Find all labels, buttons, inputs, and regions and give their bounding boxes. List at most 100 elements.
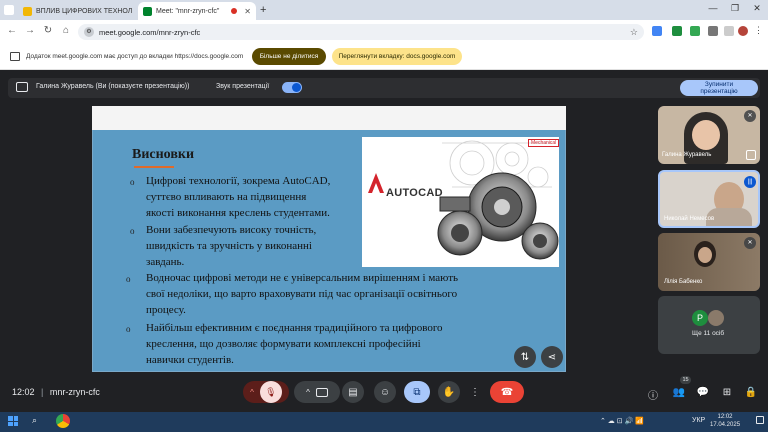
bullet-line: Цифрові технології, зокрема AutoCAD, [146, 175, 331, 187]
translate-icon[interactable] [652, 26, 662, 36]
stop-presenting-line1: Зупинити [704, 81, 734, 88]
mic-off-icon: ✕ [744, 110, 756, 122]
system-date: 17.04.2025 [710, 422, 741, 428]
mic-off-icon: ✕ [744, 237, 756, 249]
participant-avatar [708, 310, 724, 326]
keyboard-language[interactable]: УКР [692, 417, 705, 424]
tab-docs[interactable]: ВПЛИВ ЦИФРОВИХ ТЕХНОЛ ✕ [18, 2, 136, 20]
mic-options-chevron-icon[interactable]: ^ [250, 388, 254, 397]
tray-icons: ⌃ ☁ ⊡ 🔊 📶 [600, 418, 644, 425]
tab-meet-title: Meet: "mnr-zryn-cfc" [156, 7, 220, 15]
host-controls-icon[interactable]: 🔒 [744, 387, 758, 398]
people-count-badge: 15 [680, 376, 691, 384]
windows-start-icon[interactable] [8, 416, 18, 426]
emoji-reaction-button[interactable]: ☺ [374, 381, 396, 403]
reload-icon[interactable]: ↻ [42, 25, 54, 36]
docs-favicon-icon [23, 6, 32, 16]
bullet-line: суттєво впливають на підвищення [146, 191, 307, 203]
slide-bullet-2: Вони забезпечують високу точність, швидк… [146, 222, 316, 270]
share-icon[interactable]: ⋖ [541, 346, 563, 368]
search-icon[interactable]: ⌕ [32, 415, 37, 426]
participant-tile[interactable]: ||| Николай Немесов [658, 170, 760, 228]
extension-icon[interactable] [690, 26, 700, 36]
meet-favicon-icon [143, 6, 152, 16]
more-participants-label: Ще 11 осіб [692, 330, 725, 337]
mic-off-button[interactable]: 🎙 [259, 381, 282, 403]
chrome-taskbar-icon[interactable] [56, 414, 70, 428]
captions-button[interactable]: ▤ [342, 381, 364, 403]
system-clock[interactable]: 12:02 17.04.2025 [710, 413, 740, 429]
bullet-line: процесу. [146, 304, 186, 316]
bullet-line: Найбільш ефективним є поєднання традицій… [146, 322, 443, 334]
forward-icon[interactable]: → [24, 25, 36, 36]
tab-list-icon[interactable] [4, 5, 14, 15]
participant-tile[interactable]: ✕ Лілія Бабенко [658, 233, 760, 291]
speaking-indicator-icon: ||| [744, 176, 756, 188]
raise-hand-button[interactable]: ✋ [438, 381, 460, 403]
bullet-line: швидкість та зручність у виконанні [146, 240, 312, 252]
bullet-marker: o [130, 177, 135, 187]
people-icon[interactable]: 👥 [672, 387, 686, 398]
new-tab-button[interactable]: + [260, 4, 266, 16]
title-underline [134, 166, 174, 168]
mechanical-tag: Mechanical [528, 139, 560, 147]
stop-sharing-button[interactable]: Більше не ділитися [252, 48, 326, 65]
url-text: meet.google.com/mnr-zryn-cfc [99, 27, 201, 37]
meeting-details-icon[interactable]: ⓘ [646, 387, 660, 402]
minimize-icon[interactable]: — [706, 3, 720, 13]
address-bar[interactable]: ⚙ meet.google.com/mnr-zryn-cfc ☆ [78, 24, 644, 40]
participant-video [698, 247, 712, 263]
sidebar-icon[interactable] [724, 26, 734, 36]
bullet-line: Водночас цифрові методи не є універсальн… [146, 272, 459, 284]
activities-icon[interactable]: ⊞ [720, 387, 734, 398]
bullet-line: креслення, що дозволяє формувати комплек… [146, 338, 421, 350]
bookmark-star-icon[interactable]: ☆ [630, 27, 638, 38]
tab-meet[interactable]: Meet: "mnr-zryn-cfc" ✕ [138, 2, 256, 20]
maximize-icon[interactable]: ❐ [728, 3, 742, 14]
recording-dot-icon [231, 8, 238, 14]
present-screen-button[interactable]: ⧉ [404, 381, 430, 403]
bullet-marker: o [126, 324, 131, 334]
extension-icon[interactable] [672, 26, 682, 36]
meeting-info-divider: | [41, 387, 44, 397]
more-options-button[interactable]: ⋮ [468, 381, 482, 403]
participant-video [692, 120, 720, 150]
profile-avatar[interactable] [738, 26, 748, 36]
system-time: 12:02 [717, 414, 733, 420]
stop-presenting-line2: презентацію [700, 88, 738, 95]
bullet-line: свої недоліки, що варто враховувати під … [146, 288, 458, 300]
home-icon[interactable]: ⌂ [60, 25, 72, 36]
notifications-icon[interactable] [756, 416, 764, 424]
presenting-icon [746, 150, 756, 160]
more-participants-tile[interactable]: P Ще 11 осіб [658, 296, 760, 354]
camera-button[interactable] [315, 387, 328, 397]
end-call-button[interactable]: ☎ [490, 381, 524, 403]
extensions-puzzle-icon[interactable] [708, 26, 718, 36]
stop-presenting-button[interactable]: Зупинити презентацію [680, 80, 758, 96]
present-screen-icon [16, 82, 28, 92]
bullet-line: завдань. [146, 256, 185, 268]
infobar-text: Додаток meet.google.com має доступ до вк… [26, 53, 244, 60]
participant-tile[interactable]: ✕ Галина Журавель [658, 106, 760, 164]
close-icon[interactable]: ✕ [244, 7, 251, 16]
mic-control-group: ^ 🎙 [243, 381, 289, 403]
participant-avatar: P [692, 310, 708, 326]
slide-bullet-4: Найбільш ефективним є поєднання традицій… [146, 320, 443, 368]
site-info-icon[interactable]: ⚙ [84, 27, 94, 37]
chat-icon[interactable]: 💬 [696, 387, 710, 398]
sound-toggle-knob [292, 83, 301, 92]
back-icon[interactable]: ← [6, 25, 18, 36]
bullet-marker: o [130, 226, 135, 236]
menu-kebab-icon[interactable]: ⋮ [754, 25, 763, 36]
presenter-label: Галина Журавель (Ви (показуєте презентац… [36, 83, 190, 90]
tab-share-icon [10, 52, 20, 61]
camera-options-chevron-icon[interactable]: ^ [306, 388, 310, 397]
window-close-icon[interactable]: ✕ [750, 3, 764, 14]
autocad-image: AUTOCAD Mechanical [362, 137, 560, 267]
pin-slide-icon[interactable]: ⇅ [514, 346, 536, 368]
slide-title: Висновки [132, 147, 195, 162]
participant-name: Лілія Бабенко [664, 279, 703, 285]
meeting-time: 12:02 [12, 387, 35, 397]
view-tab-button[interactable]: Переглянути вкладку: docs.google.com [332, 48, 462, 65]
meeting-info: 12:02 | mnr-zryn-cfc [12, 387, 100, 397]
